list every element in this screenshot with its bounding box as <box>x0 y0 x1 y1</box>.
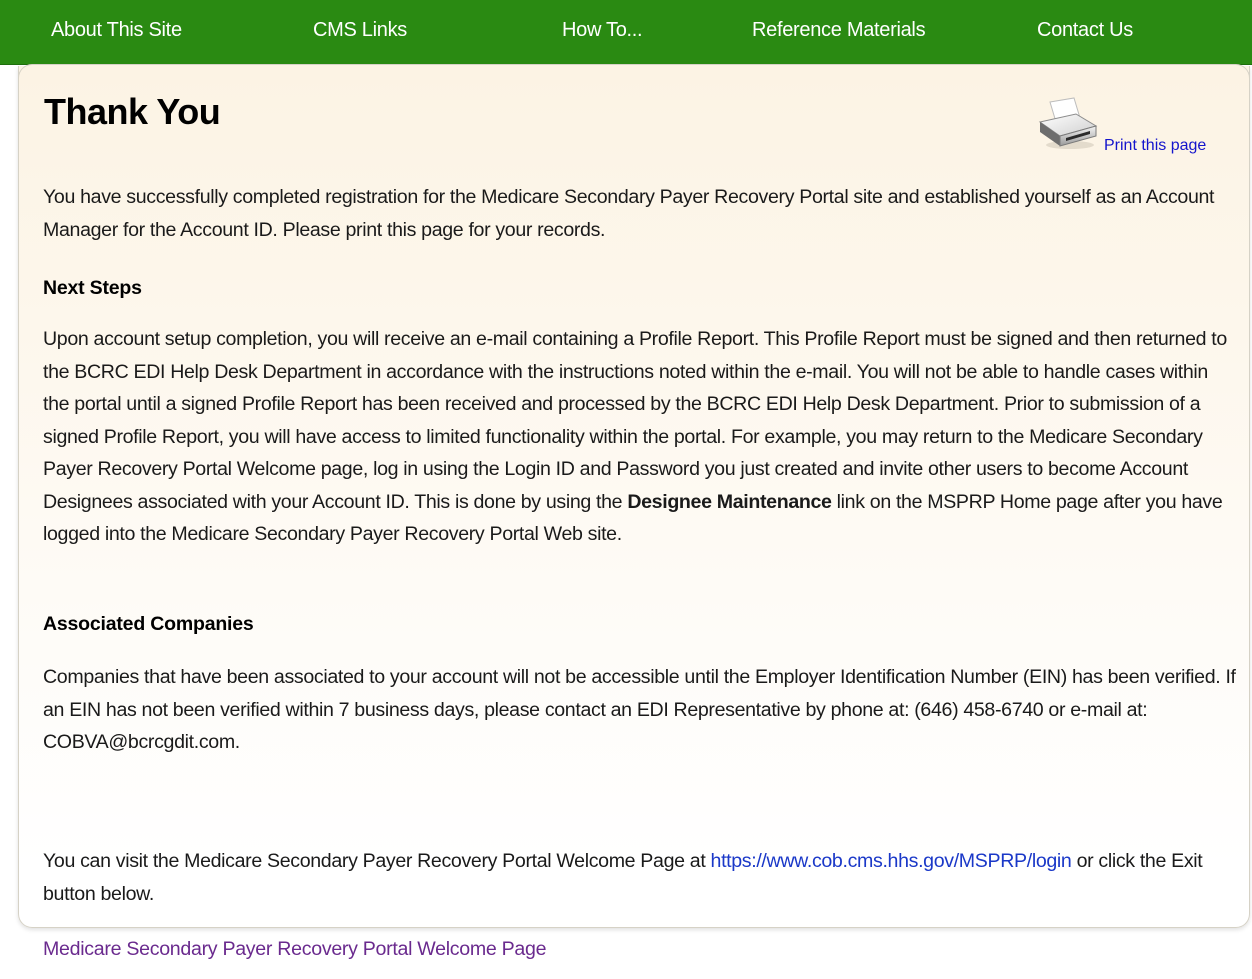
associated-companies-paragraph: Companies that have been associated to y… <box>43 666 1236 753</box>
panel-top-edge <box>18 64 1250 79</box>
welcome-page-link[interactable]: Medicare Secondary Payer Recovery Portal… <box>43 936 547 962</box>
next-steps-heading: Next Steps <box>43 277 142 299</box>
nav-reference-materials[interactable]: Reference Materials <box>752 18 926 42</box>
printer-icon[interactable] <box>1036 96 1100 150</box>
page-title: Thank You <box>44 91 221 132</box>
nav-about-this-site[interactable]: About This Site <box>51 18 182 42</box>
next-steps-paragraph: Upon account setup completion, you will … <box>43 323 1238 551</box>
visit-welcome-paragraph: You can visit the Medicare Secondary Pay… <box>43 845 1238 910</box>
nav-contact-us[interactable]: Contact Us <box>1037 18 1133 42</box>
associated-companies-heading: Associated Companies <box>43 613 254 635</box>
designee-maintenance-text: Designee Maintenance <box>627 490 832 513</box>
nav-how-to[interactable]: How To... <box>562 18 643 42</box>
intro-paragraph: You have successfully completed registra… <box>43 186 1215 241</box>
top-navigation-bar: About This Site CMS Links How To... Refe… <box>0 0 1252 65</box>
msprp-login-url-link[interactable]: https://www.cob.cms.hhs.gov/MSPRP/login <box>711 850 1072 872</box>
visit-text-1: You can visit the Medicare Secondary Pay… <box>43 850 711 872</box>
next-steps-text-1: Upon account setup completion, you will … <box>43 328 1227 513</box>
nav-cms-links[interactable]: CMS Links <box>313 18 407 42</box>
print-this-page-link[interactable]: Print this page <box>1104 136 1206 156</box>
